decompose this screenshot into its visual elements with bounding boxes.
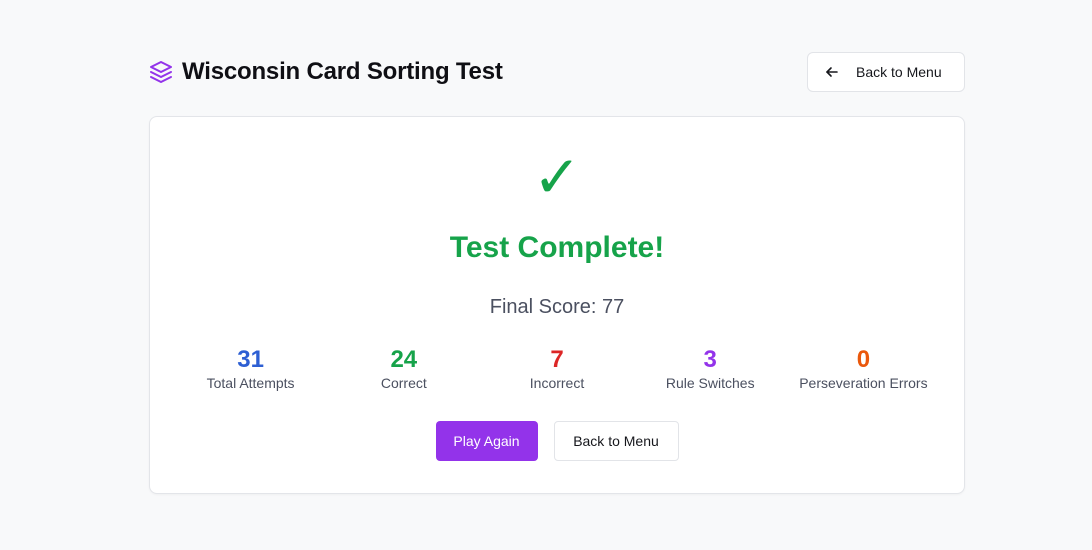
arrow-left-icon [824,64,840,80]
final-score: Final Score: 77 [489,296,625,318]
stat-incorrect: 7 Incorrect [480,346,633,391]
back-to-menu-button[interactable]: Back to Menu [807,52,965,92]
stat-perseveration-errors: 0 Perseveration Errors [787,346,940,391]
stat-label: Perseveration Errors [799,375,928,391]
stat-rule-switches: 3 Rule Switches [634,346,787,391]
stats-row: 31 Total Attempts 24 Correct 7 Incorrect… [174,346,940,391]
stat-value: 31 [237,346,264,373]
stat-value: 7 [550,346,564,373]
results-card: ✓ Test Complete! Final Score: 77 31 Tota… [149,116,965,494]
actions-row: Play Again Back to Menu [150,421,964,461]
play-again-button[interactable]: Play Again [435,421,538,461]
page-header: Wisconsin Card Sorting Test Back to Menu [149,52,965,92]
stat-label: Incorrect [529,375,585,391]
stat-value: 3 [703,346,717,373]
back-to-menu-secondary-button[interactable]: Back to Menu [553,421,679,461]
stat-correct: 24 Correct [327,346,480,391]
completion-heading: Test Complete! [449,231,665,264]
stat-value: 24 [390,346,418,373]
app-root: Wisconsin Card Sorting Test Back to Menu… [0,0,1092,550]
stat-total-attempts: 31 Total Attempts [174,346,327,391]
stat-label: Total Attempts [206,375,295,391]
page-title: Wisconsin Card Sorting Test [182,58,503,85]
back-to-menu-label: Back to Menu [856,64,942,80]
stat-label: Rule Switches [665,375,755,391]
stat-label: Correct [380,375,427,391]
layers-icon [149,60,173,84]
stat-value: 0 [856,346,871,373]
checkmark-icon: ✓ [532,145,582,210]
title-group: Wisconsin Card Sorting Test [149,52,503,92]
